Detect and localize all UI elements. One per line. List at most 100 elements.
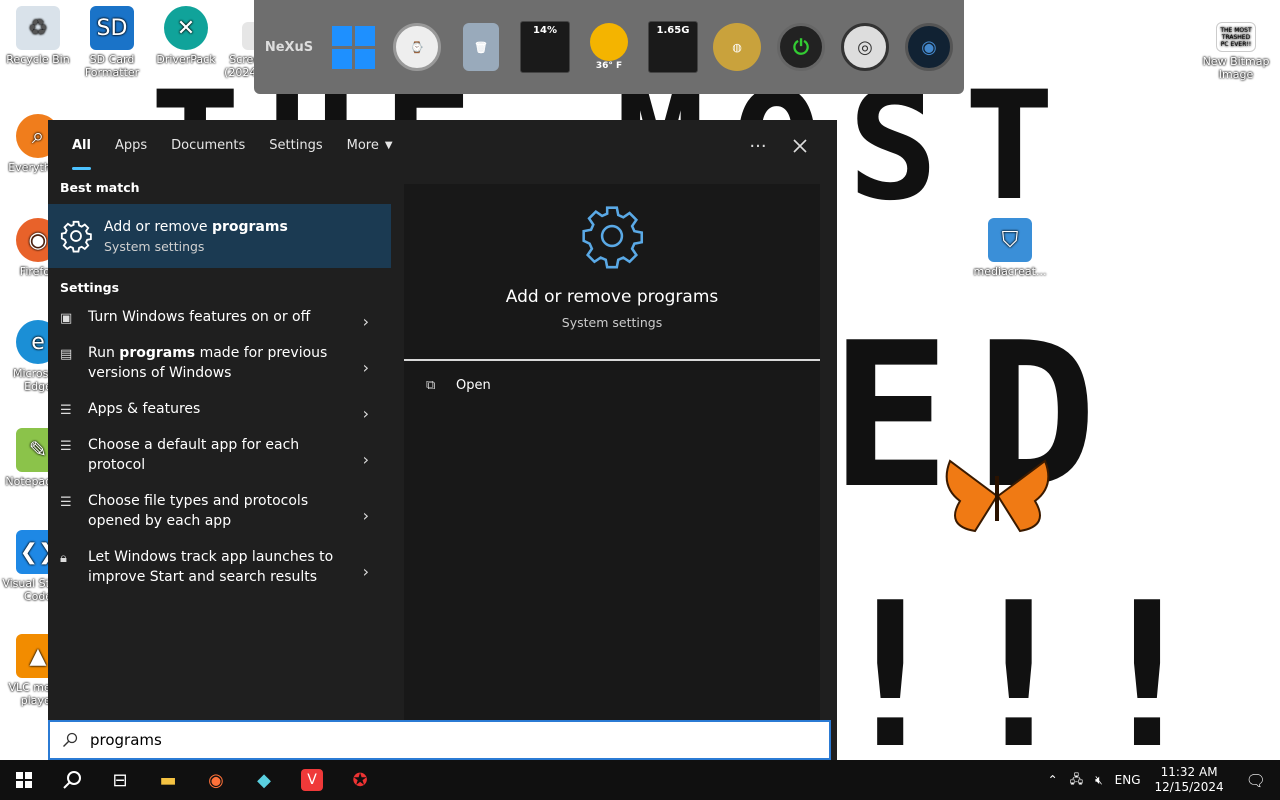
- search-button[interactable]: [48, 760, 96, 800]
- vivaldi-button[interactable]: V: [288, 760, 336, 800]
- list-item[interactable]: 🔒︎ Let Windows track app launches to imp…: [48, 544, 391, 600]
- desktop-icon-label: Recycle Bin: [6, 53, 70, 66]
- desktop-icon-label: SD Card Formatter: [84, 53, 140, 79]
- best-match-title: Add or remove programs: [104, 219, 288, 235]
- chevron-right-icon: ›: [362, 312, 369, 331]
- list-item[interactable]: ☰ Apps & features ›: [48, 396, 391, 432]
- trash-icon: 🗑: [463, 23, 499, 71]
- nexus-logo: NeXuS: [264, 39, 314, 55]
- best-match-item[interactable]: Add or remove programs System settings: [48, 204, 391, 268]
- dock-network[interactable]: ◍: [706, 16, 768, 78]
- system-tray: ⌃ 🖧︎ 🔇︎ ENG 11:32 AM 12/15/2024 🗨︎: [1042, 760, 1280, 800]
- settings-results: Settings ▣ Turn Windows features on or o…: [48, 272, 391, 600]
- desktop-icon-label: DriverPack: [156, 53, 216, 66]
- start-button[interactable]: [0, 760, 48, 800]
- folder-icon: ▬: [159, 769, 177, 791]
- language-indicator[interactable]: ENG: [1109, 773, 1147, 787]
- bitmap-thumb-text: THE MOST TRASHED PC EVER!!: [1220, 26, 1252, 48]
- tab-label: More: [346, 138, 379, 153]
- file-explorer-button[interactable]: ▬: [144, 760, 192, 800]
- tab-more[interactable]: More ▼: [335, 120, 405, 172]
- taskbar: ⊟ ▬ ◉ ◆ V ✪ ⌃ 🖧︎ 🔇︎ ENG 11:32 AM 12/15/2…: [0, 760, 1280, 800]
- chevron-up-icon[interactable]: ⌃: [1042, 773, 1064, 787]
- task-view-button[interactable]: ⊟: [96, 760, 144, 800]
- search-tabs: All Apps Documents Settings More ▼: [48, 120, 837, 172]
- network-icon[interactable]: 🖧︎: [1064, 770, 1089, 791]
- list-item-label: Choose a default app for each protocol: [88, 437, 300, 473]
- task-view-icon: ⊟: [112, 769, 128, 791]
- more-options-button[interactable]: ···: [740, 130, 776, 162]
- close-button[interactable]: [782, 130, 818, 162]
- chevron-right-icon: ›: [362, 562, 369, 581]
- notification-icon[interactable]: 🗨︎: [1232, 771, 1280, 790]
- dock-audio[interactable]: ◎: [834, 16, 896, 78]
- speaker-icon: ◎: [841, 23, 889, 71]
- tab-documents[interactable]: Documents: [159, 120, 257, 172]
- desktop-icon-mediacreation[interactable]: ⛉ mediacreat...: [972, 218, 1048, 278]
- title-bold-text: programs: [211, 218, 288, 235]
- dock-nexus[interactable]: NeXuS: [258, 16, 320, 78]
- list-item-label: Choose file types and protocols opened b…: [88, 493, 309, 529]
- list-item-label: Let Windows track app launches to improv…: [88, 549, 334, 585]
- cpu-value: 14%: [533, 25, 557, 36]
- list-icon: ☰: [60, 403, 72, 418]
- chevron-right-icon: ›: [362, 450, 369, 469]
- dock-windows[interactable]: [322, 16, 384, 78]
- desktop-icon-sd-card[interactable]: SD SD Card Formatter: [74, 6, 150, 79]
- app-button[interactable]: ◆: [240, 760, 288, 800]
- divider: [404, 359, 820, 361]
- power-icon: ⏻: [777, 23, 825, 71]
- list-icon: ☰: [60, 495, 72, 510]
- list-item[interactable]: ☰ Choose a default app for each protocol…: [48, 432, 391, 488]
- search-box: [48, 720, 831, 760]
- label-bold-part: programs: [119, 345, 196, 361]
- sun-icon: [590, 23, 628, 61]
- windows-logo-icon: [16, 772, 32, 788]
- chevron-right-icon: ›: [362, 506, 369, 525]
- clock[interactable]: 11:32 AM 12/15/2024: [1147, 765, 1232, 795]
- list-item-label: Apps & features: [88, 401, 201, 417]
- tab-label: Settings: [269, 138, 323, 153]
- list-item-label: Turn Windows features on or off: [88, 309, 311, 325]
- search-input[interactable]: [90, 731, 790, 749]
- dock-cpu[interactable]: 14%: [514, 16, 576, 78]
- tab-label: All: [72, 138, 91, 153]
- chevron-right-icon: ›: [362, 358, 369, 377]
- dock-clock[interactable]: ⌚: [386, 16, 448, 78]
- dock-recycle[interactable]: 🗑: [450, 16, 512, 78]
- sd-card-icon: SD: [90, 6, 134, 50]
- firefox-button[interactable]: ◉: [192, 760, 240, 800]
- dock-power[interactable]: ⏻: [770, 16, 832, 78]
- list-icon: ☰: [60, 439, 72, 454]
- dock-camera[interactable]: ◉: [898, 16, 960, 78]
- app-icon: ✪: [352, 769, 368, 791]
- list-item[interactable]: ▣ Turn Windows features on or off ›: [48, 304, 391, 340]
- open-action[interactable]: ⧉ Open: [426, 378, 491, 393]
- best-match-heading: Best match: [60, 180, 140, 195]
- windows-logo-icon: [331, 25, 375, 69]
- compatibility-icon: ▤: [60, 347, 73, 362]
- desktop-icon-driverpack[interactable]: ✕ DriverPack: [148, 6, 224, 66]
- tab-settings[interactable]: Settings: [257, 120, 334, 172]
- tab-all[interactable]: All: [60, 120, 103, 172]
- dock-memory[interactable]: 1.65G: [642, 16, 704, 78]
- desktop-icon-label: New Bitmap Image: [1202, 55, 1270, 81]
- start-search-panel: All Apps Documents Settings More ▼ ··· Be…: [48, 120, 837, 760]
- search-icon: [63, 771, 81, 789]
- butterfly-image: [945, 459, 1050, 533]
- chevron-down-icon: ▼: [384, 140, 393, 151]
- detail-title: Add or remove programs: [505, 287, 719, 307]
- open-action-label: Open: [456, 378, 491, 393]
- close-icon: [793, 139, 807, 153]
- list-item[interactable]: ☰ Choose file types and protocols opened…: [48, 488, 391, 544]
- firefox-icon: ◉: [208, 769, 224, 791]
- dock-weather[interactable]: 36° F: [578, 16, 640, 78]
- desktop-icon-bitmap[interactable]: THE MOST TRASHED PC EVER!! New Bitmap Im…: [1198, 22, 1274, 81]
- desktop-icon-recycle-bin[interactable]: ♻ Recycle Bin: [0, 6, 76, 66]
- list-item[interactable]: ▤ Run programs made for previous version…: [48, 340, 391, 396]
- app-button[interactable]: ✪: [336, 760, 384, 800]
- tab-apps[interactable]: Apps: [103, 120, 159, 172]
- volume-muted-icon[interactable]: 🔇︎: [1089, 773, 1109, 788]
- weather-temp: 36° F: [595, 61, 623, 71]
- cpu-meter-icon: 14%: [520, 21, 570, 73]
